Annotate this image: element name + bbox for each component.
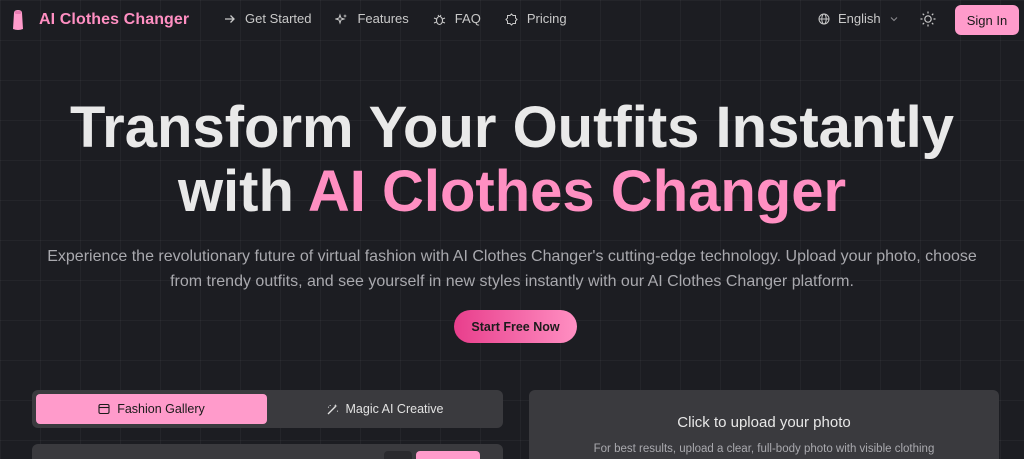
upload-title: Click to upload your photo [677, 414, 851, 431]
gallery-icon [98, 403, 110, 415]
language-selector[interactable]: English [818, 11, 899, 27]
gallery-action-button[interactable] [416, 451, 480, 459]
tab-label: Fashion Gallery [117, 402, 205, 416]
nav-link-label: Get Started [245, 11, 312, 26]
brand-logo[interactable]: AI Clothes Changer [11, 9, 189, 31]
arrow-right-icon [225, 15, 235, 23]
tab-fashion-gallery[interactable]: Fashion Gallery [36, 394, 267, 424]
sun-icon[interactable] [919, 10, 937, 28]
nav-links: Get Started Features FAQ Pricing [224, 11, 591, 27]
tab-label: Magic AI Creative [345, 402, 444, 416]
hero-title-line2: with AI Clothes Changer [0, 160, 1024, 224]
tab-magic-ai-creative[interactable]: Magic AI Creative [270, 394, 499, 424]
magic-wand-icon [327, 403, 338, 414]
nav-link-label: Pricing [526, 11, 567, 26]
chevron-down-icon [890, 17, 898, 22]
upload-hint: For best results, upload a clear, full-b… [593, 443, 935, 455]
upload-dropzone[interactable]: Click to upload your photo For best resu… [529, 390, 999, 459]
language-label: English [838, 11, 881, 26]
hero-title-line1: Transform Your Outfits Instantly [69, 95, 955, 160]
mode-tabs: Fashion Gallery Magic AI Creative [32, 390, 503, 428]
nav-link-faq[interactable]: FAQ [433, 11, 481, 27]
nav-link-label: Features [357, 11, 409, 26]
hero-title: Transform Your Outfits Instantly with AI… [0, 96, 1024, 224]
nav-link-features[interactable]: Features [335, 11, 409, 27]
hero-title-accent: AI Clothes Changer [307, 159, 847, 224]
badge-icon [505, 12, 518, 26]
gallery-panel [32, 444, 503, 459]
gallery-filter-button[interactable] [384, 451, 412, 459]
globe-icon [818, 13, 830, 25]
sparkles-icon [335, 12, 348, 25]
top-navigation: AI Clothes Changer Get Started Features … [0, 0, 1024, 40]
brand-name: AI Clothes Changer [39, 11, 190, 28]
nav-link-label: FAQ [454, 11, 481, 26]
nav-link-pricing[interactable]: Pricing [505, 11, 567, 27]
sign-in-button[interactable]: Sign In [955, 5, 1019, 35]
start-free-button[interactable]: Start Free Now [454, 310, 577, 343]
bug-icon [433, 14, 445, 25]
hero-subtitle: Experience the revolutionary future of v… [47, 248, 977, 290]
logo-icon [13, 10, 23, 30]
nav-link-get-started[interactable]: Get Started [224, 11, 311, 27]
hero-title-with: with [177, 159, 294, 224]
